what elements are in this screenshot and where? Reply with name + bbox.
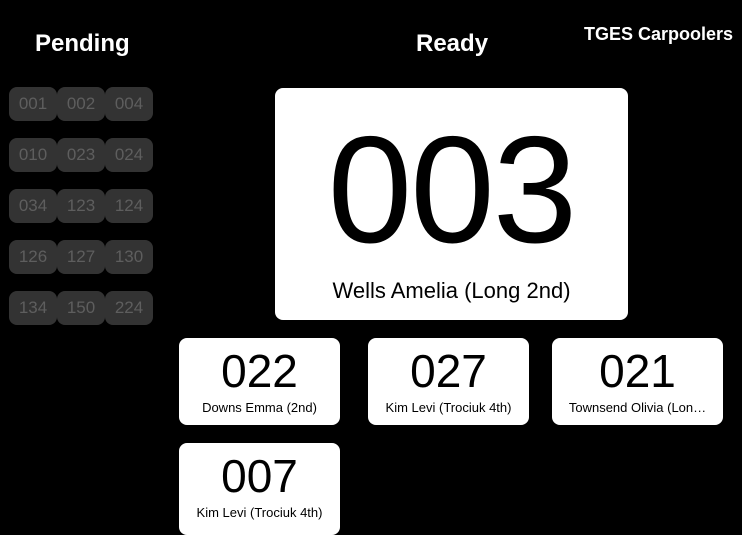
ready-card: 021 Townsend Olivia (Lon… <box>552 338 723 425</box>
pending-heading: Pending <box>35 30 130 57</box>
pending-chip: 134 <box>9 291 57 325</box>
pending-row: 010 023 024 <box>9 138 153 172</box>
pending-chip: 010 <box>9 138 57 172</box>
ready-card-name: Kim Levi (Trociuk 4th) <box>385 400 512 415</box>
pending-row: 134 150 224 <box>9 291 153 325</box>
pending-list: 001 002 004 010 023 024 034 123 124 126 … <box>9 87 153 342</box>
pending-chip: 001 <box>9 87 57 121</box>
ready-card-name: Townsend Olivia (Lon… <box>568 400 707 415</box>
pending-chip: 034 <box>9 189 57 223</box>
pending-chip: 004 <box>105 87 153 121</box>
pending-chip: 124 <box>105 189 153 223</box>
pending-chip: 123 <box>57 189 105 223</box>
ready-card-name: Kim Levi (Trociuk 4th) <box>196 505 323 520</box>
ready-featured-card: 003 Wells Amelia (Long 2nd) <box>275 88 628 320</box>
pending-row: 126 127 130 <box>9 240 153 274</box>
ready-card-name: Downs Emma (2nd) <box>202 400 317 415</box>
pending-row: 001 002 004 <box>9 87 153 121</box>
pending-chip: 002 <box>57 87 105 121</box>
pending-chip: 024 <box>105 138 153 172</box>
ready-card: 007 Kim Levi (Trociuk 4th) <box>179 443 340 535</box>
pending-chip: 150 <box>57 291 105 325</box>
pending-chip: 130 <box>105 240 153 274</box>
ready-card-number: 021 <box>599 345 676 397</box>
ready-card-number: 027 <box>410 345 487 397</box>
ready-card-number: 007 <box>221 450 298 502</box>
ready-card-number: 022 <box>221 345 298 397</box>
pending-chip: 224 <box>105 291 153 325</box>
ready-heading: Ready <box>416 30 489 57</box>
ready-featured-number: 003 <box>327 105 578 275</box>
ready-featured-name: Wells Amelia (Long 2nd) <box>332 278 571 303</box>
ready-card: 027 Kim Levi (Trociuk 4th) <box>368 338 529 425</box>
pending-chip: 023 <box>57 138 105 172</box>
pending-chip: 127 <box>57 240 105 274</box>
pending-row: 034 123 124 <box>9 189 153 223</box>
pending-chip: 126 <box>9 240 57 274</box>
app-title: TGES Carpoolers <box>584 24 734 44</box>
ready-card: 022 Downs Emma (2nd) <box>179 338 340 425</box>
